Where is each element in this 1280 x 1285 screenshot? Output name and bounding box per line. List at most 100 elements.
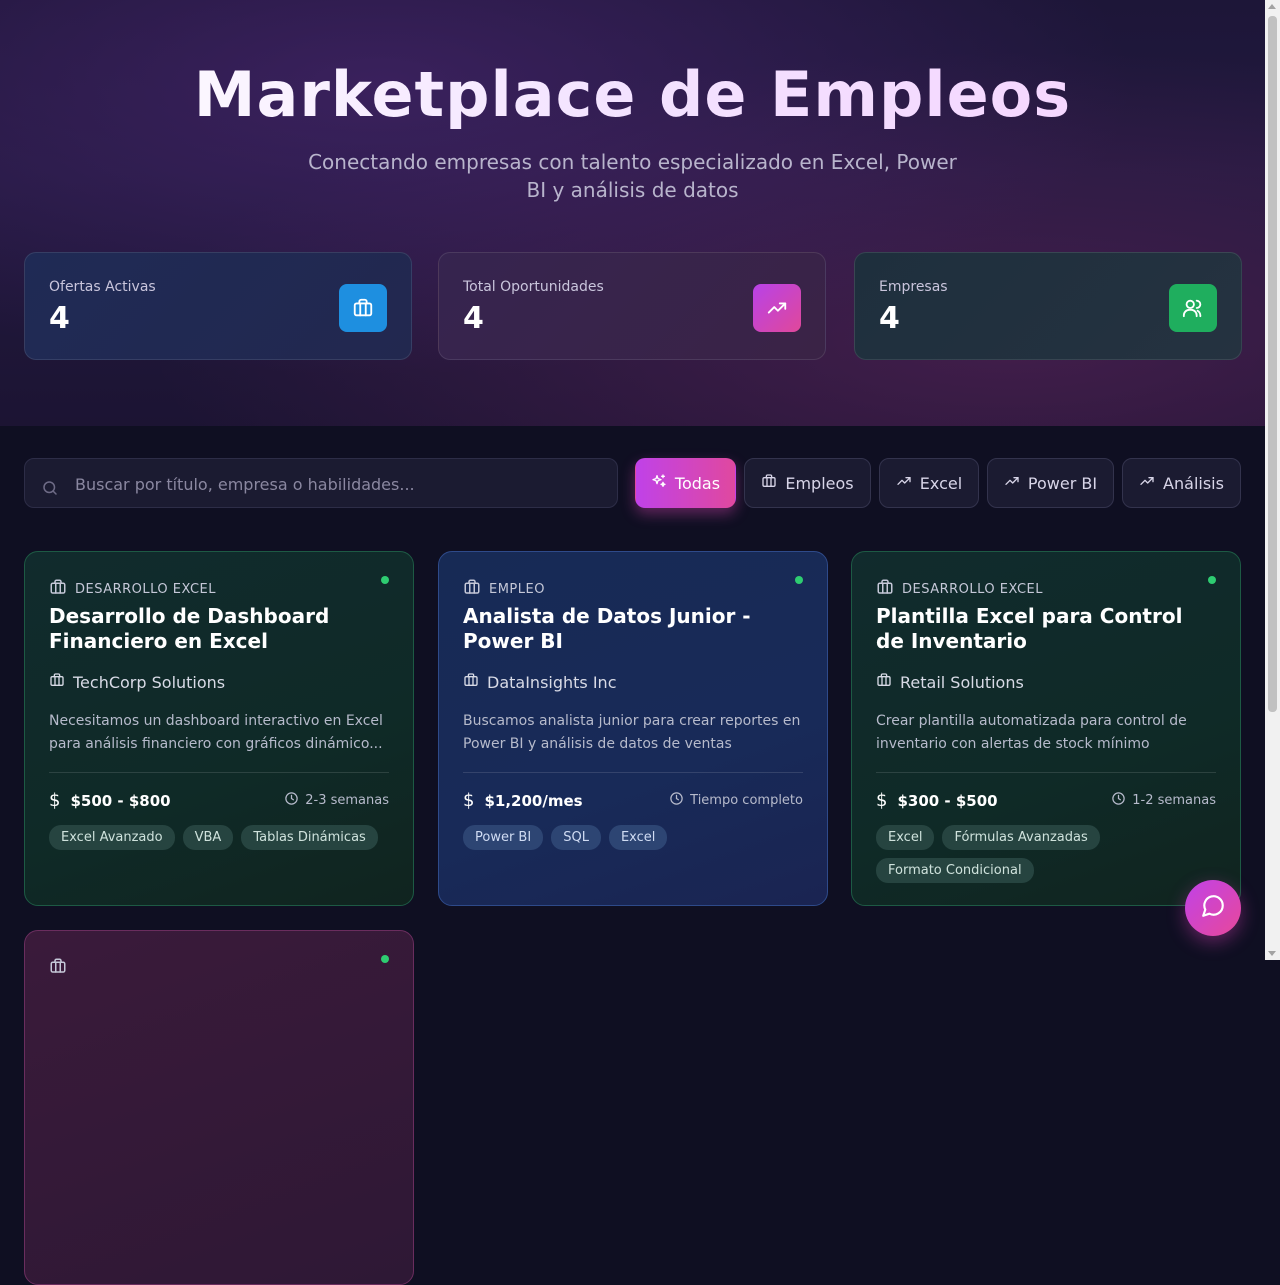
job-salary-value: $1,200/mes [484, 791, 583, 810]
search-icon [41, 479, 59, 501]
stat-value: 4 [49, 301, 70, 336]
briefcase-icon [339, 284, 387, 332]
building-icon [463, 672, 479, 692]
scroll-up-arrow-icon[interactable] [1268, 4, 1276, 9]
status-dot [1208, 576, 1216, 584]
page-title: Marketplace de Empleos [0, 58, 1265, 131]
status-dot [381, 576, 389, 584]
skill-tag: Tablas Dinámicas [241, 825, 378, 850]
clock-icon [1111, 791, 1126, 810]
skill-tag: SQL [551, 825, 601, 850]
job-company-name: TechCorp Solutions [73, 672, 226, 692]
filter-excel-button[interactable]: Excel [879, 458, 979, 508]
job-card[interactable]: DESARROLLO EXCEL Plantilla Excel para Co… [851, 551, 1241, 906]
briefcase-icon [49, 578, 67, 600]
page-subtitle: Conectando empresas con talento especial… [308, 150, 957, 202]
trending-up-icon [1004, 473, 1020, 493]
filter-analisis-button[interactable]: Análisis [1122, 458, 1241, 508]
job-description: Crear plantilla automatizada para contro… [876, 713, 1187, 752]
job-company: TechCorp Solutions [49, 672, 225, 692]
job-category: DESARROLLO EXCEL [876, 578, 1043, 600]
scroll-down-arrow-icon[interactable] [1268, 951, 1276, 956]
job-card[interactable] [24, 930, 414, 1285]
skill-tag: Fórmulas Avanzadas [942, 825, 1100, 850]
stat-card-total-opportunities: Total Oportunidades 4 [438, 252, 826, 360]
skill-tag: Excel Avanzado [49, 825, 175, 850]
filter-powerbi-button[interactable]: Power BI [987, 458, 1114, 508]
filter-todas-button[interactable]: Todas [635, 458, 736, 508]
stat-card-active-offers: Ofertas Activas 4 [24, 252, 412, 360]
stat-value: 4 [879, 301, 900, 336]
stat-label: Ofertas Activas [49, 279, 156, 295]
stat-label: Empresas [879, 279, 948, 295]
filter-label: Empleos [785, 473, 854, 493]
job-company: Retail Solutions [876, 672, 1024, 692]
job-salary-value: $300 - $500 [897, 791, 998, 810]
job-duration: 1-2 semanas [1111, 791, 1216, 810]
job-title[interactable]: Analista de Datos Junior - Power BI [463, 604, 803, 654]
trending-up-icon [1139, 473, 1155, 493]
scrollbar-thumb[interactable] [1268, 16, 1277, 712]
briefcase-icon [876, 578, 894, 600]
job-duration-value: 1-2 semanas [1132, 793, 1216, 808]
job-tags: Excel Fórmulas Avanzadas Formato Condici… [876, 825, 1221, 883]
building-icon [876, 672, 892, 692]
filter-label: Power BI [1027, 473, 1098, 493]
skill-tag: Power BI [463, 825, 544, 850]
chat-button[interactable] [1185, 880, 1241, 936]
trending-up-icon [753, 284, 801, 332]
job-card[interactable]: DESARROLLO EXCEL Desarrollo de Dashboard… [24, 551, 414, 906]
job-salary: $ $1,200/mes [463, 790, 583, 811]
briefcase-icon [49, 957, 67, 979]
filter-label: Excel [919, 473, 963, 493]
skill-tag: VBA [182, 825, 234, 850]
users-icon [1169, 284, 1217, 332]
job-card[interactable]: EMPLEO Analista de Datos Junior - Power … [438, 551, 828, 906]
briefcase-icon [761, 473, 777, 493]
building-icon [49, 672, 65, 692]
skill-tag: Excel [608, 825, 668, 850]
chat-bubble-icon [1200, 893, 1226, 923]
filter-empleos-button[interactable]: Empleos [744, 458, 871, 508]
skill-tag: Formato Condicional [876, 858, 1034, 883]
job-title[interactable]: Plantilla Excel para Control de Inventar… [876, 604, 1216, 654]
divider [876, 772, 1216, 773]
skill-tag: Excel [876, 825, 935, 850]
clock-icon [669, 791, 684, 810]
job-duration-value: 2-3 semanas [305, 793, 389, 808]
trending-up-icon [896, 473, 912, 493]
clock-icon [284, 791, 299, 810]
job-company-name: Retail Solutions [900, 672, 1024, 692]
job-description: Buscamos analista junior para crear repo… [463, 713, 801, 752]
filter-label: Todas [674, 473, 721, 493]
job-salary: $ $500 - $800 [49, 790, 171, 811]
filter-label: Análisis [1163, 473, 1224, 493]
job-duration: Tiempo completo [669, 791, 803, 810]
dollar-icon: $ [49, 790, 61, 811]
search-input[interactable] [73, 459, 597, 509]
dollar-icon: $ [463, 790, 475, 811]
job-description: Necesitamos un dashboard interactivo en … [49, 713, 383, 752]
scrollbar[interactable] [1265, 0, 1280, 960]
job-title[interactable]: Desarrollo de Dashboard Financiero en Ex… [49, 604, 389, 654]
job-duration-value: Tiempo completo [690, 793, 803, 808]
search-box [24, 458, 618, 509]
status-dot [381, 955, 389, 963]
job-duration: 2-3 semanas [284, 791, 389, 810]
dollar-icon: $ [876, 790, 888, 811]
job-salary-value: $500 - $800 [70, 791, 171, 810]
stat-value: 4 [463, 301, 484, 336]
divider [49, 772, 389, 773]
stat-card-companies: Empresas 4 [854, 252, 1242, 360]
stat-label: Total Oportunidades [463, 279, 604, 295]
job-category: EMPLEO [463, 578, 545, 600]
job-company-name: DataInsights Inc [487, 672, 617, 692]
job-tags: Excel Avanzado VBA Tablas Dinámicas [49, 825, 394, 850]
status-dot [795, 576, 803, 584]
job-tags: Power BI SQL Excel [463, 825, 808, 850]
job-category-label: DESARROLLO EXCEL [75, 581, 217, 597]
job-category-label: EMPLEO [489, 581, 545, 597]
job-company: DataInsights Inc [463, 672, 617, 692]
job-category-label: DESARROLLO EXCEL [902, 581, 1044, 597]
sparkles-icon [651, 473, 667, 493]
